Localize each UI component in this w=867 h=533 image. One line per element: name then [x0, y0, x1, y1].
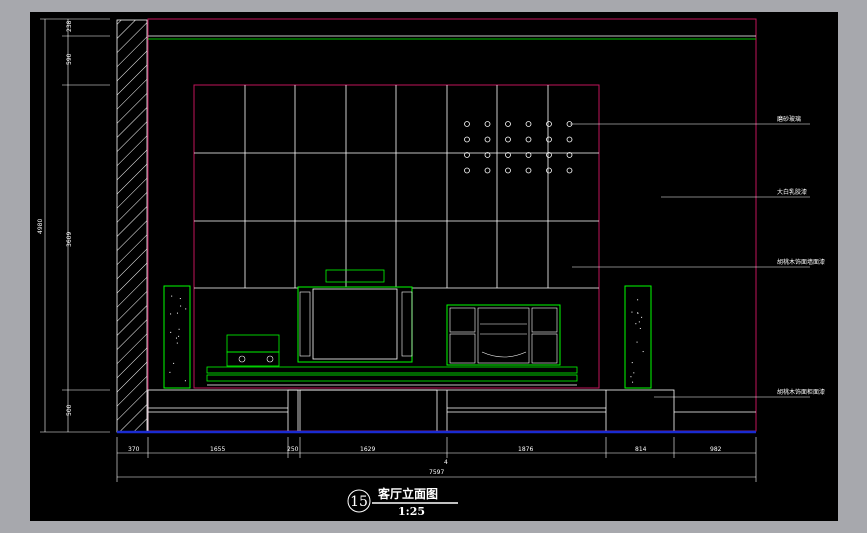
- wall-section-hatch: [116, 19, 148, 433]
- annotation-frosted-glass: 磨砂玻璃: [777, 115, 801, 123]
- dim-bottom-total: 7597: [429, 469, 444, 476]
- speaker-speck: [632, 381, 634, 383]
- amp-knob-left: [238, 355, 246, 363]
- stereo-center: [477, 307, 530, 364]
- glass-dot: [525, 136, 532, 143]
- dim-left-2: 590: [66, 53, 73, 65]
- speaker-speck: [185, 308, 187, 310]
- glass-dot: [505, 136, 511, 143]
- glass-dot: [505, 121, 511, 127]
- amp-knob-right: [266, 355, 274, 363]
- speaker-speck: [170, 331, 172, 333]
- dim-bottom-2: 1655: [210, 446, 225, 453]
- tv-cabinet-shelf: [206, 374, 578, 382]
- glass-dot: [464, 167, 470, 174]
- speaker-speck: [636, 341, 638, 343]
- glass-dot: [464, 136, 470, 143]
- elevation-drawing: 238 590 3609 500 4980 370 1655 250 1629 …: [37, 18, 825, 518]
- speaker-speck: [637, 299, 639, 301]
- glass-dot: [505, 167, 511, 174]
- glass-dot: [525, 167, 532, 174]
- frosted-glass-dots: [464, 121, 573, 174]
- glass-dot: [546, 136, 552, 143]
- dim-bottom-1: 370: [128, 446, 140, 453]
- left-tall-speaker: [163, 285, 191, 389]
- drawing-title: 客厅立面图: [377, 486, 438, 501]
- tv-screen: [312, 288, 398, 360]
- dim-mid-mark: 4: [444, 459, 448, 466]
- speaker-speck: [631, 311, 633, 313]
- dim-bottom-6: 814: [635, 446, 647, 453]
- stereo-right-bottom: [531, 333, 558, 364]
- cad-drawing-canvas: 238 590 3609 500 4980 370 1655 250 1629 …: [30, 12, 838, 521]
- glass-dot: [464, 121, 470, 127]
- dim-left-total: 4980: [37, 219, 44, 234]
- glass-dot: [566, 136, 573, 143]
- speaker-speck: [171, 295, 173, 297]
- speaker-speck: [639, 327, 641, 329]
- speaker-speck: [180, 305, 182, 307]
- speaker-speck: [169, 371, 171, 373]
- left-dimension-lines: [40, 18, 110, 433]
- annotation-wall-finish: 胡桃木饰面墙面漆: [777, 258, 825, 266]
- speaker-speck: [178, 335, 180, 337]
- speaker-speck: [176, 312, 178, 314]
- glass-dot: [546, 121, 552, 127]
- speaker-speck: [635, 323, 637, 325]
- annotation-cabinet-finish: 胡桃木饰面柜面漆: [777, 388, 825, 396]
- dim-left-1: 238: [66, 20, 73, 32]
- speaker-speck: [173, 362, 175, 364]
- speaker-speck: [170, 313, 172, 315]
- glass-dot: [566, 167, 573, 174]
- right-tall-speaker: [624, 285, 652, 389]
- tv-cabinet-top: [206, 366, 578, 374]
- stereo-left-bottom: [449, 333, 476, 364]
- dvd-player: [226, 334, 280, 353]
- low-cabinets: [147, 389, 756, 433]
- speaker-speck: [630, 376, 632, 378]
- dim-bottom-7: 982: [710, 446, 722, 453]
- glass-dot: [484, 121, 491, 127]
- dim-bottom-3: 250: [287, 446, 299, 453]
- glass-dot: [484, 136, 491, 143]
- speaker-speck: [179, 298, 181, 300]
- annotation-latex-paint: 大白乳胶漆: [777, 188, 807, 196]
- dim-left-3: 3609: [66, 232, 73, 247]
- speaker-speck: [633, 372, 635, 374]
- dim-bottom-4: 1629: [360, 446, 375, 453]
- tv-top-device: [325, 269, 385, 283]
- speaker-speck: [178, 328, 180, 330]
- drawing-number: 15: [350, 494, 368, 510]
- speaker-speck: [175, 337, 177, 339]
- glass-dot: [525, 121, 532, 127]
- stereo-right-top: [531, 307, 558, 333]
- speaker-speck: [638, 321, 640, 323]
- speaker-speck: [641, 316, 643, 318]
- dim-bottom-5: 1876: [518, 446, 533, 453]
- speaker-speck: [184, 380, 186, 382]
- room-outline: [147, 18, 757, 432]
- drawing-scale: 1:25: [398, 505, 425, 518]
- stereo-left-top: [449, 307, 476, 333]
- stereo-system: [446, 304, 561, 366]
- speaker-speck: [176, 342, 178, 344]
- leader-lines: [570, 123, 810, 398]
- speaker-speck: [631, 362, 633, 364]
- speaker-speck: [642, 351, 644, 353]
- glass-dot: [546, 167, 552, 174]
- amplifier: [226, 351, 280, 367]
- dim-left-4: 500: [66, 404, 73, 416]
- glass-dot: [484, 167, 491, 174]
- panel-grid: [194, 85, 599, 289]
- speaker-speck: [637, 312, 639, 314]
